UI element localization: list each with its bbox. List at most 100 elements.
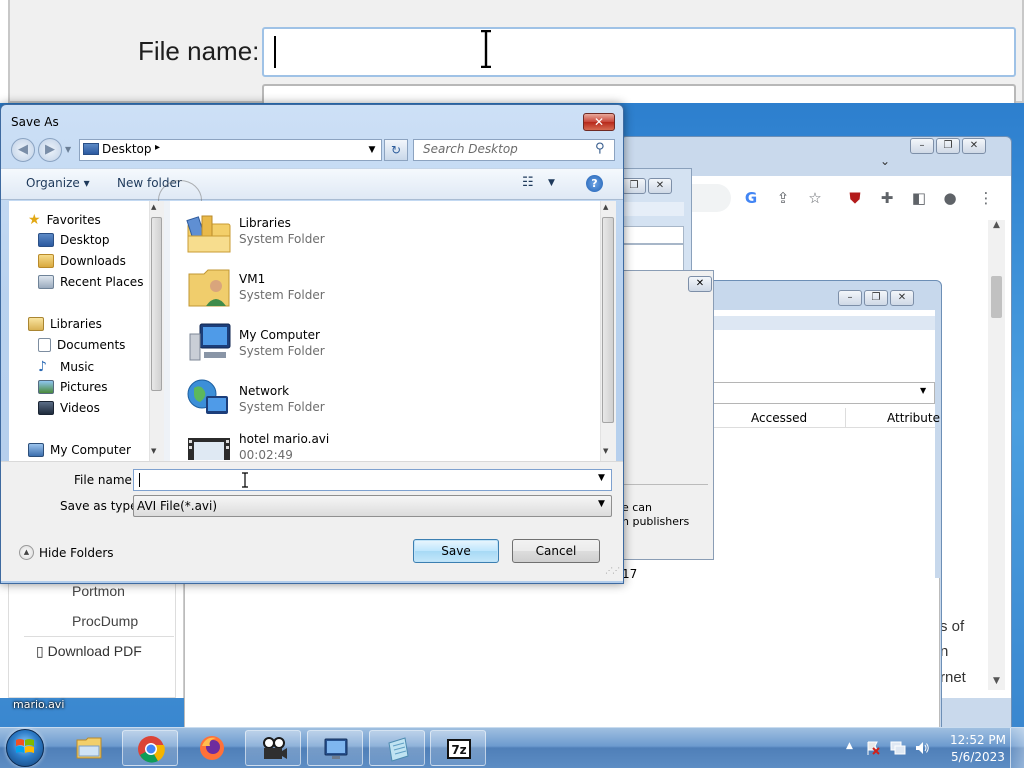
nav-item-favorites[interactable]: ★ Favorites: [28, 212, 101, 228]
google-lens-icon[interactable]: G: [741, 188, 761, 208]
extension-ublock-icon[interactable]: ⛊: [845, 188, 865, 208]
list-item[interactable]: [186, 432, 232, 460]
close-button[interactable]: ✕: [648, 178, 672, 194]
column-header-attributes[interactable]: Attribute: [887, 411, 940, 425]
refresh-button[interactable]: ↻: [384, 139, 408, 161]
view-options-chevron-icon[interactable]: ▼: [548, 178, 555, 188]
back-button[interactable]: ◀: [11, 138, 35, 162]
magnified-save-type-field: [262, 84, 1016, 104]
file-name[interactable]: My Computer: [239, 328, 320, 342]
chrome-menu-icon[interactable]: ⋮: [976, 188, 996, 208]
help-icon[interactable]: ?: [586, 175, 603, 192]
volume-speaker-icon[interactable]: [914, 740, 930, 756]
close-button[interactable]: ✕: [962, 138, 986, 154]
chevron-down-icon[interactable]: ▼: [920, 386, 926, 395]
magnified-file-name-label: File name:: [138, 36, 260, 66]
cancel-button[interactable]: Cancel: [512, 539, 600, 563]
file-list-scrollbar-thumb[interactable]: [602, 217, 614, 423]
tab-search-chevron-icon[interactable]: ⌄: [880, 154, 890, 168]
file-name-input[interactable]: [133, 469, 612, 491]
nav-item-label: Downloads: [60, 254, 126, 268]
breadcrumb-arrow-icon[interactable]: ▸: [155, 142, 160, 153]
show-hidden-icons-chevron-icon[interactable]: ▲: [846, 741, 853, 751]
save-button[interactable]: Save: [413, 539, 499, 563]
notepad-icon: [388, 737, 409, 762]
save-as-type-value: AVI File(*.avi): [137, 499, 218, 513]
nav-item-music[interactable]: ♪ Music: [38, 359, 94, 375]
column-header-accessed[interactable]: Accessed: [751, 411, 807, 425]
maximize-button[interactable]: ❐: [622, 178, 646, 194]
breadcrumb-desktop[interactable]: Desktop: [102, 142, 152, 156]
file-name[interactable]: Network: [239, 384, 289, 398]
nav-item-downloads[interactable]: Downloads: [38, 254, 126, 268]
taskbar-remote-desktop-button[interactable]: [307, 730, 363, 766]
taskbar-firefox-button[interactable]: [184, 730, 240, 766]
bookmark-star-icon[interactable]: ☆: [805, 188, 825, 208]
taskbar-explorer-button[interactable]: [61, 730, 117, 766]
minimize-button[interactable]: –: [838, 290, 862, 306]
nav-item-documents[interactable]: Documents: [38, 338, 125, 352]
nav-item-label: Desktop: [60, 233, 110, 247]
clock-time[interactable]: 12:52 PM: [950, 733, 1006, 747]
dialog-close-button[interactable]: ✕: [583, 113, 615, 131]
list-item[interactable]: [186, 264, 232, 313]
close-button[interactable]: ✕: [890, 290, 914, 306]
nav-pane-scrollbar-thumb[interactable]: [151, 217, 162, 391]
scroll-down-arrow-icon[interactable]: ▼: [603, 447, 608, 455]
show-desktop-button[interactable]: [1010, 728, 1024, 768]
file-name[interactable]: hotel mario.avi: [239, 432, 329, 446]
sidebar-item-portmon[interactable]: Portmon: [72, 583, 125, 599]
side-panel-icon[interactable]: ◧: [909, 188, 929, 208]
extensions-puzzle-icon[interactable]: ✚: [877, 188, 897, 208]
libraries-icon: [186, 215, 231, 253]
taskbar-notepad-button[interactable]: [369, 730, 425, 766]
close-button[interactable]: ✕: [688, 276, 712, 292]
taskbar-chrome-button[interactable]: [122, 730, 178, 766]
hide-folders-button[interactable]: ▲ Hide Folders: [19, 545, 114, 560]
file-name[interactable]: Libraries: [239, 216, 291, 230]
nav-item-my-computer[interactable]: My Computer: [28, 443, 131, 457]
search-icon[interactable]: ⚲: [595, 141, 605, 156]
recent-locations-chevron-icon[interactable]: ▼: [65, 145, 71, 154]
share-icon[interactable]: ⇪: [773, 188, 793, 208]
change-view-icon[interactable]: ☷: [522, 175, 534, 190]
taskbar-7zip-button[interactable]: 7z: [430, 730, 486, 766]
file-name-history-chevron-icon[interactable]: ▼: [598, 473, 605, 483]
taskbar-media-encoder-button[interactable]: [245, 730, 301, 766]
computer-icon: [189, 323, 231, 361]
column-separator[interactable]: [845, 408, 846, 428]
action-center-flag-icon[interactable]: [865, 740, 881, 756]
maximize-button[interactable]: ❐: [936, 138, 960, 154]
sidebar-item-procdump[interactable]: ProcDump: [72, 613, 138, 629]
list-item[interactable]: [186, 210, 232, 259]
scroll-up-arrow-icon[interactable]: ▲: [603, 203, 608, 211]
nav-item-desktop[interactable]: Desktop: [38, 233, 110, 247]
list-item[interactable]: [186, 320, 232, 369]
nav-item-label: Pictures: [60, 380, 108, 394]
organize-menu-button[interactable]: Organize ▾: [26, 176, 90, 190]
address-history-chevron-icon[interactable]: ▼: [364, 141, 380, 159]
resize-grip-icon[interactable]: ⋰⋰: [605, 566, 620, 575]
chrome-scrollbar-thumb[interactable]: [991, 276, 1002, 318]
nav-item-videos[interactable]: Videos: [38, 401, 100, 415]
profile-avatar-icon[interactable]: ●: [940, 188, 960, 208]
nav-item-recent-places[interactable]: Recent Places: [38, 275, 143, 289]
desktop-icon-label[interactable]: mario.avi: [13, 698, 64, 711]
list-item[interactable]: [186, 376, 232, 425]
file-list-pane: [170, 201, 616, 461]
scroll-up-arrow-icon[interactable]: ▲: [151, 203, 156, 211]
scroll-up-arrow-icon[interactable]: ▲: [988, 220, 1005, 234]
clock-date[interactable]: 5/6/2023: [951, 750, 1005, 764]
network-status-icon[interactable]: [890, 740, 906, 756]
nav-item-pictures[interactable]: Pictures: [38, 380, 108, 394]
download-pdf-link[interactable]: ▯ Download PDF: [36, 643, 142, 660]
file-name[interactable]: VM1: [239, 272, 265, 286]
forward-button[interactable]: ▶: [38, 138, 62, 162]
maximize-button[interactable]: ❐: [864, 290, 888, 306]
minimize-button[interactable]: –: [910, 138, 934, 154]
scroll-down-arrow-icon[interactable]: ▼: [151, 447, 156, 455]
magnified-file-name-input[interactable]: [262, 27, 1016, 77]
scroll-down-arrow-icon[interactable]: ▼: [988, 676, 1005, 690]
nav-item-libraries[interactable]: Libraries: [28, 317, 102, 331]
chevron-down-icon[interactable]: ▼: [598, 499, 605, 509]
